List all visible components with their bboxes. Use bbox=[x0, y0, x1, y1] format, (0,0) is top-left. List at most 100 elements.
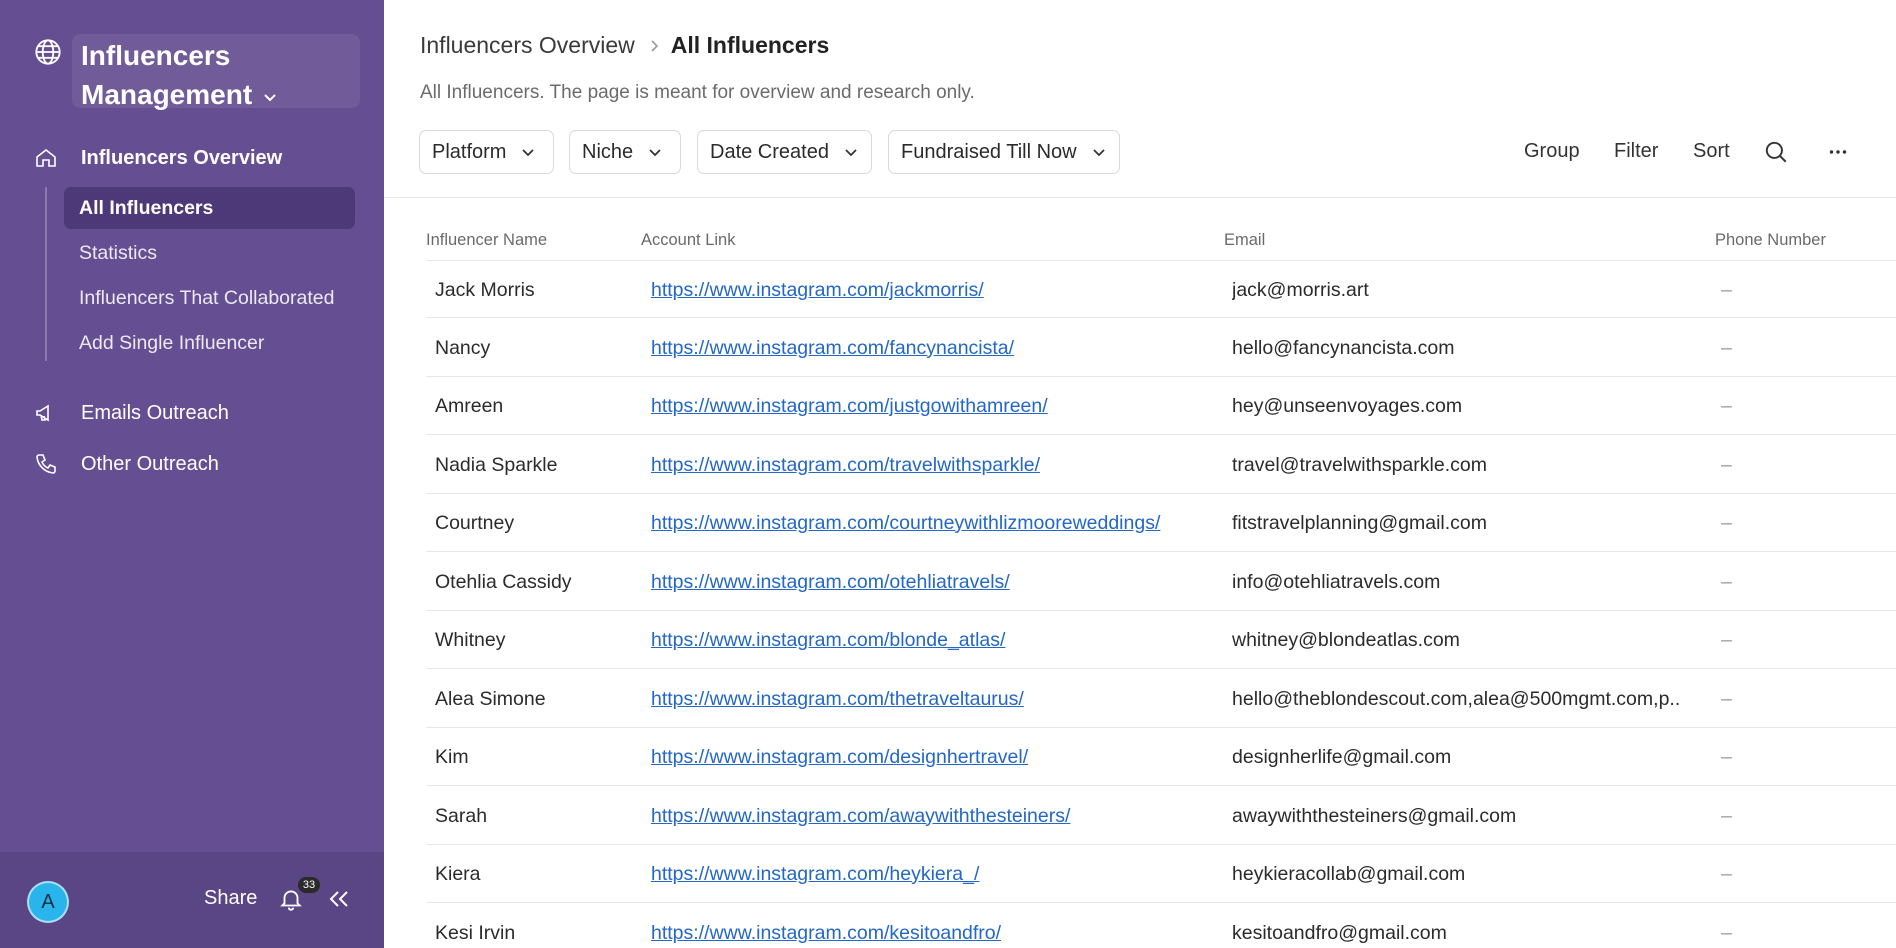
cell-phone: – bbox=[1721, 628, 1732, 651]
sidebar-item-statistics[interactable]: Statistics bbox=[64, 232, 355, 274]
cell-name: Whitney bbox=[435, 628, 506, 651]
platform-filter[interactable]: Platform bbox=[419, 130, 554, 174]
nav-other-outreach[interactable]: Other Outreach bbox=[36, 451, 219, 477]
cell-phone: – bbox=[1721, 511, 1732, 534]
sidebar-item-label: Statistics bbox=[79, 241, 158, 264]
workspace-title: Influencers Management bbox=[81, 40, 253, 110]
cell-email: designherlife@gmail.com bbox=[1232, 745, 1452, 768]
filter-button[interactable]: Filter bbox=[1614, 140, 1658, 163]
chevron-down-icon bbox=[649, 149, 661, 157]
cell-name: Kiera bbox=[435, 862, 481, 885]
table-row[interactable]: Amreen https://www.instagram.com/justgow… bbox=[426, 377, 1896, 435]
chevron-down-icon bbox=[264, 93, 276, 102]
table-row[interactable]: Kiera https://www.instagram.com/heykiera… bbox=[426, 845, 1896, 903]
workspace-switcher[interactable]: Influencers Management bbox=[72, 34, 360, 110]
nav-emails-label: Emails Outreach bbox=[81, 401, 229, 424]
fundraised-filter[interactable]: Fundraised Till Now bbox=[888, 130, 1120, 174]
chevron-down-icon bbox=[1092, 149, 1105, 157]
cell-phone: – bbox=[1721, 453, 1732, 476]
sidebar: Influencers Management Influencers Overv… bbox=[0, 0, 384, 948]
cell-email: hello@theblondescout.com,alea@500mgmt.co… bbox=[1232, 687, 1682, 710]
table-row[interactable]: Nancy https://www.instagram.com/fancynan… bbox=[426, 319, 1896, 377]
cell-account-link[interactable]: https://www.instagram.com/blonde_atlas/ bbox=[651, 611, 1211, 669]
group-button[interactable]: Group bbox=[1524, 140, 1580, 163]
cell-email: hello@fancynancista.com bbox=[1232, 336, 1455, 359]
nav-overview-label: Influencers Overview bbox=[81, 146, 283, 169]
cell-email: heykieracollab@gmail.com bbox=[1232, 862, 1466, 885]
cell-email: awaywiththesteiners@gmail.com bbox=[1232, 804, 1517, 827]
breadcrumb: Influencers Overview All Influencers bbox=[420, 32, 829, 59]
globe-icon bbox=[35, 39, 61, 65]
table-row[interactable]: Jack Morris https://www.instagram.com/ja… bbox=[426, 260, 1896, 318]
cell-account-link[interactable]: https://www.instagram.com/travelwithspar… bbox=[651, 436, 1211, 494]
cell-phone: – bbox=[1721, 687, 1732, 710]
sidebar-item-label: All Influencers bbox=[79, 196, 214, 219]
avatar-letter: A bbox=[41, 890, 55, 913]
share-button[interactable]: Share bbox=[204, 887, 257, 910]
cell-name: Sarah bbox=[435, 804, 488, 827]
table-row[interactable]: Whitney https://www.instagram.com/blonde… bbox=[426, 611, 1896, 669]
date-created-filter[interactable]: Date Created bbox=[697, 130, 872, 174]
toolbar-divider bbox=[384, 197, 1896, 198]
niche-filter[interactable]: Niche bbox=[569, 130, 681, 174]
table-row[interactable]: Courtney https://www.instagram.com/court… bbox=[426, 494, 1896, 552]
sort-button[interactable]: Sort bbox=[1693, 140, 1730, 163]
page-subtitle: All Influencers. The page is meant for o… bbox=[420, 82, 975, 103]
column-header-name[interactable]: Influencer Name bbox=[426, 231, 547, 250]
breadcrumb-current: All Influencers bbox=[670, 32, 830, 58]
main-content: Influencers Overview All Influencers All… bbox=[384, 0, 1896, 948]
table-row[interactable]: Alea Simone https://www.instagram.com/th… bbox=[426, 670, 1896, 728]
cell-name: Nadia Sparkle bbox=[435, 453, 558, 476]
cell-phone: – bbox=[1721, 278, 1732, 301]
cell-account-link[interactable]: https://www.instagram.com/kesitoandfro/ bbox=[651, 904, 1211, 948]
cell-account-link[interactable]: https://www.instagram.com/courtneywithli… bbox=[651, 494, 1211, 552]
cell-account-link[interactable]: https://www.instagram.com/thetraveltauru… bbox=[651, 670, 1211, 728]
cell-phone: – bbox=[1721, 745, 1732, 768]
cell-email: fitstravelplanning@gmail.com bbox=[1232, 511, 1487, 534]
home-icon bbox=[36, 148, 56, 167]
sidebar-item-all-influencers[interactable]: All Influencers bbox=[64, 187, 355, 229]
cell-email: kesitoandfro@gmail.com bbox=[1232, 921, 1447, 944]
filter-label: Fundraised Till Now bbox=[901, 140, 1077, 163]
cell-name: Alea Simone bbox=[435, 687, 546, 710]
column-header-link[interactable]: Account Link bbox=[641, 231, 735, 250]
cell-account-link[interactable]: https://www.instagram.com/justgowithamre… bbox=[651, 377, 1211, 435]
cell-account-link[interactable]: https://www.instagram.com/jackmorris/ bbox=[651, 261, 1211, 319]
column-header-phone[interactable]: Phone Number bbox=[1715, 231, 1826, 250]
more-icon[interactable] bbox=[1825, 139, 1851, 165]
nav-influencers-overview[interactable]: Influencers Overview bbox=[36, 145, 283, 171]
cell-account-link[interactable]: https://www.instagram.com/heykiera_/ bbox=[651, 845, 1211, 903]
cell-name: Jack Morris bbox=[435, 278, 535, 301]
cell-phone: – bbox=[1721, 570, 1732, 593]
cell-name: Kesi Irvin bbox=[435, 921, 516, 944]
cell-name: Amreen bbox=[435, 394, 504, 417]
sidebar-item-influencers-that-collaborated[interactable]: Influencers That Collaborated bbox=[64, 277, 355, 319]
collapse-sidebar-icon[interactable] bbox=[326, 887, 352, 911]
table-row[interactable]: Otehlia Cassidy https://www.instagram.co… bbox=[426, 553, 1896, 611]
sidebar-item-add-single-influencer[interactable]: Add Single Influencer bbox=[64, 322, 355, 364]
phone-icon bbox=[36, 454, 56, 474]
cell-email: hey@unseenvoyages.com bbox=[1232, 394, 1463, 417]
table-row[interactable]: Kim https://www.instagram.com/designhert… bbox=[426, 728, 1896, 786]
breadcrumb-parent[interactable]: Influencers Overview bbox=[420, 32, 635, 59]
table-row[interactable]: Kesi Irvin https://www.instagram.com/kes… bbox=[426, 904, 1896, 948]
cell-account-link[interactable]: https://www.instagram.com/designhertrave… bbox=[651, 728, 1211, 786]
search-icon[interactable] bbox=[1763, 139, 1789, 165]
chevron-down-icon bbox=[522, 149, 535, 157]
notification-badge: 33 bbox=[298, 877, 320, 893]
cell-account-link[interactable]: https://www.instagram.com/awaywiththeste… bbox=[651, 787, 1211, 845]
filter-label: Niche bbox=[582, 140, 634, 163]
cell-email: whitney@blondeatlas.com bbox=[1232, 628, 1460, 651]
cell-phone: – bbox=[1721, 921, 1732, 944]
column-header-email[interactable]: Email bbox=[1224, 231, 1265, 250]
cell-account-link[interactable]: https://www.instagram.com/fancynancista/ bbox=[651, 319, 1211, 377]
cell-phone: – bbox=[1721, 336, 1732, 359]
table-row[interactable]: Sarah https://www.instagram.com/awaywith… bbox=[426, 787, 1896, 845]
cell-email: info@otehliatravels.com bbox=[1232, 570, 1441, 593]
cell-account-link[interactable]: https://www.instagram.com/otehliatravels… bbox=[651, 553, 1211, 611]
table-row[interactable]: Nadia Sparkle https://www.instagram.com/… bbox=[426, 436, 1896, 494]
nav-emails-outreach[interactable]: Emails Outreach bbox=[36, 400, 229, 426]
cell-name: Courtney bbox=[435, 511, 515, 534]
avatar[interactable]: A bbox=[27, 881, 69, 923]
cell-phone: – bbox=[1721, 394, 1732, 417]
